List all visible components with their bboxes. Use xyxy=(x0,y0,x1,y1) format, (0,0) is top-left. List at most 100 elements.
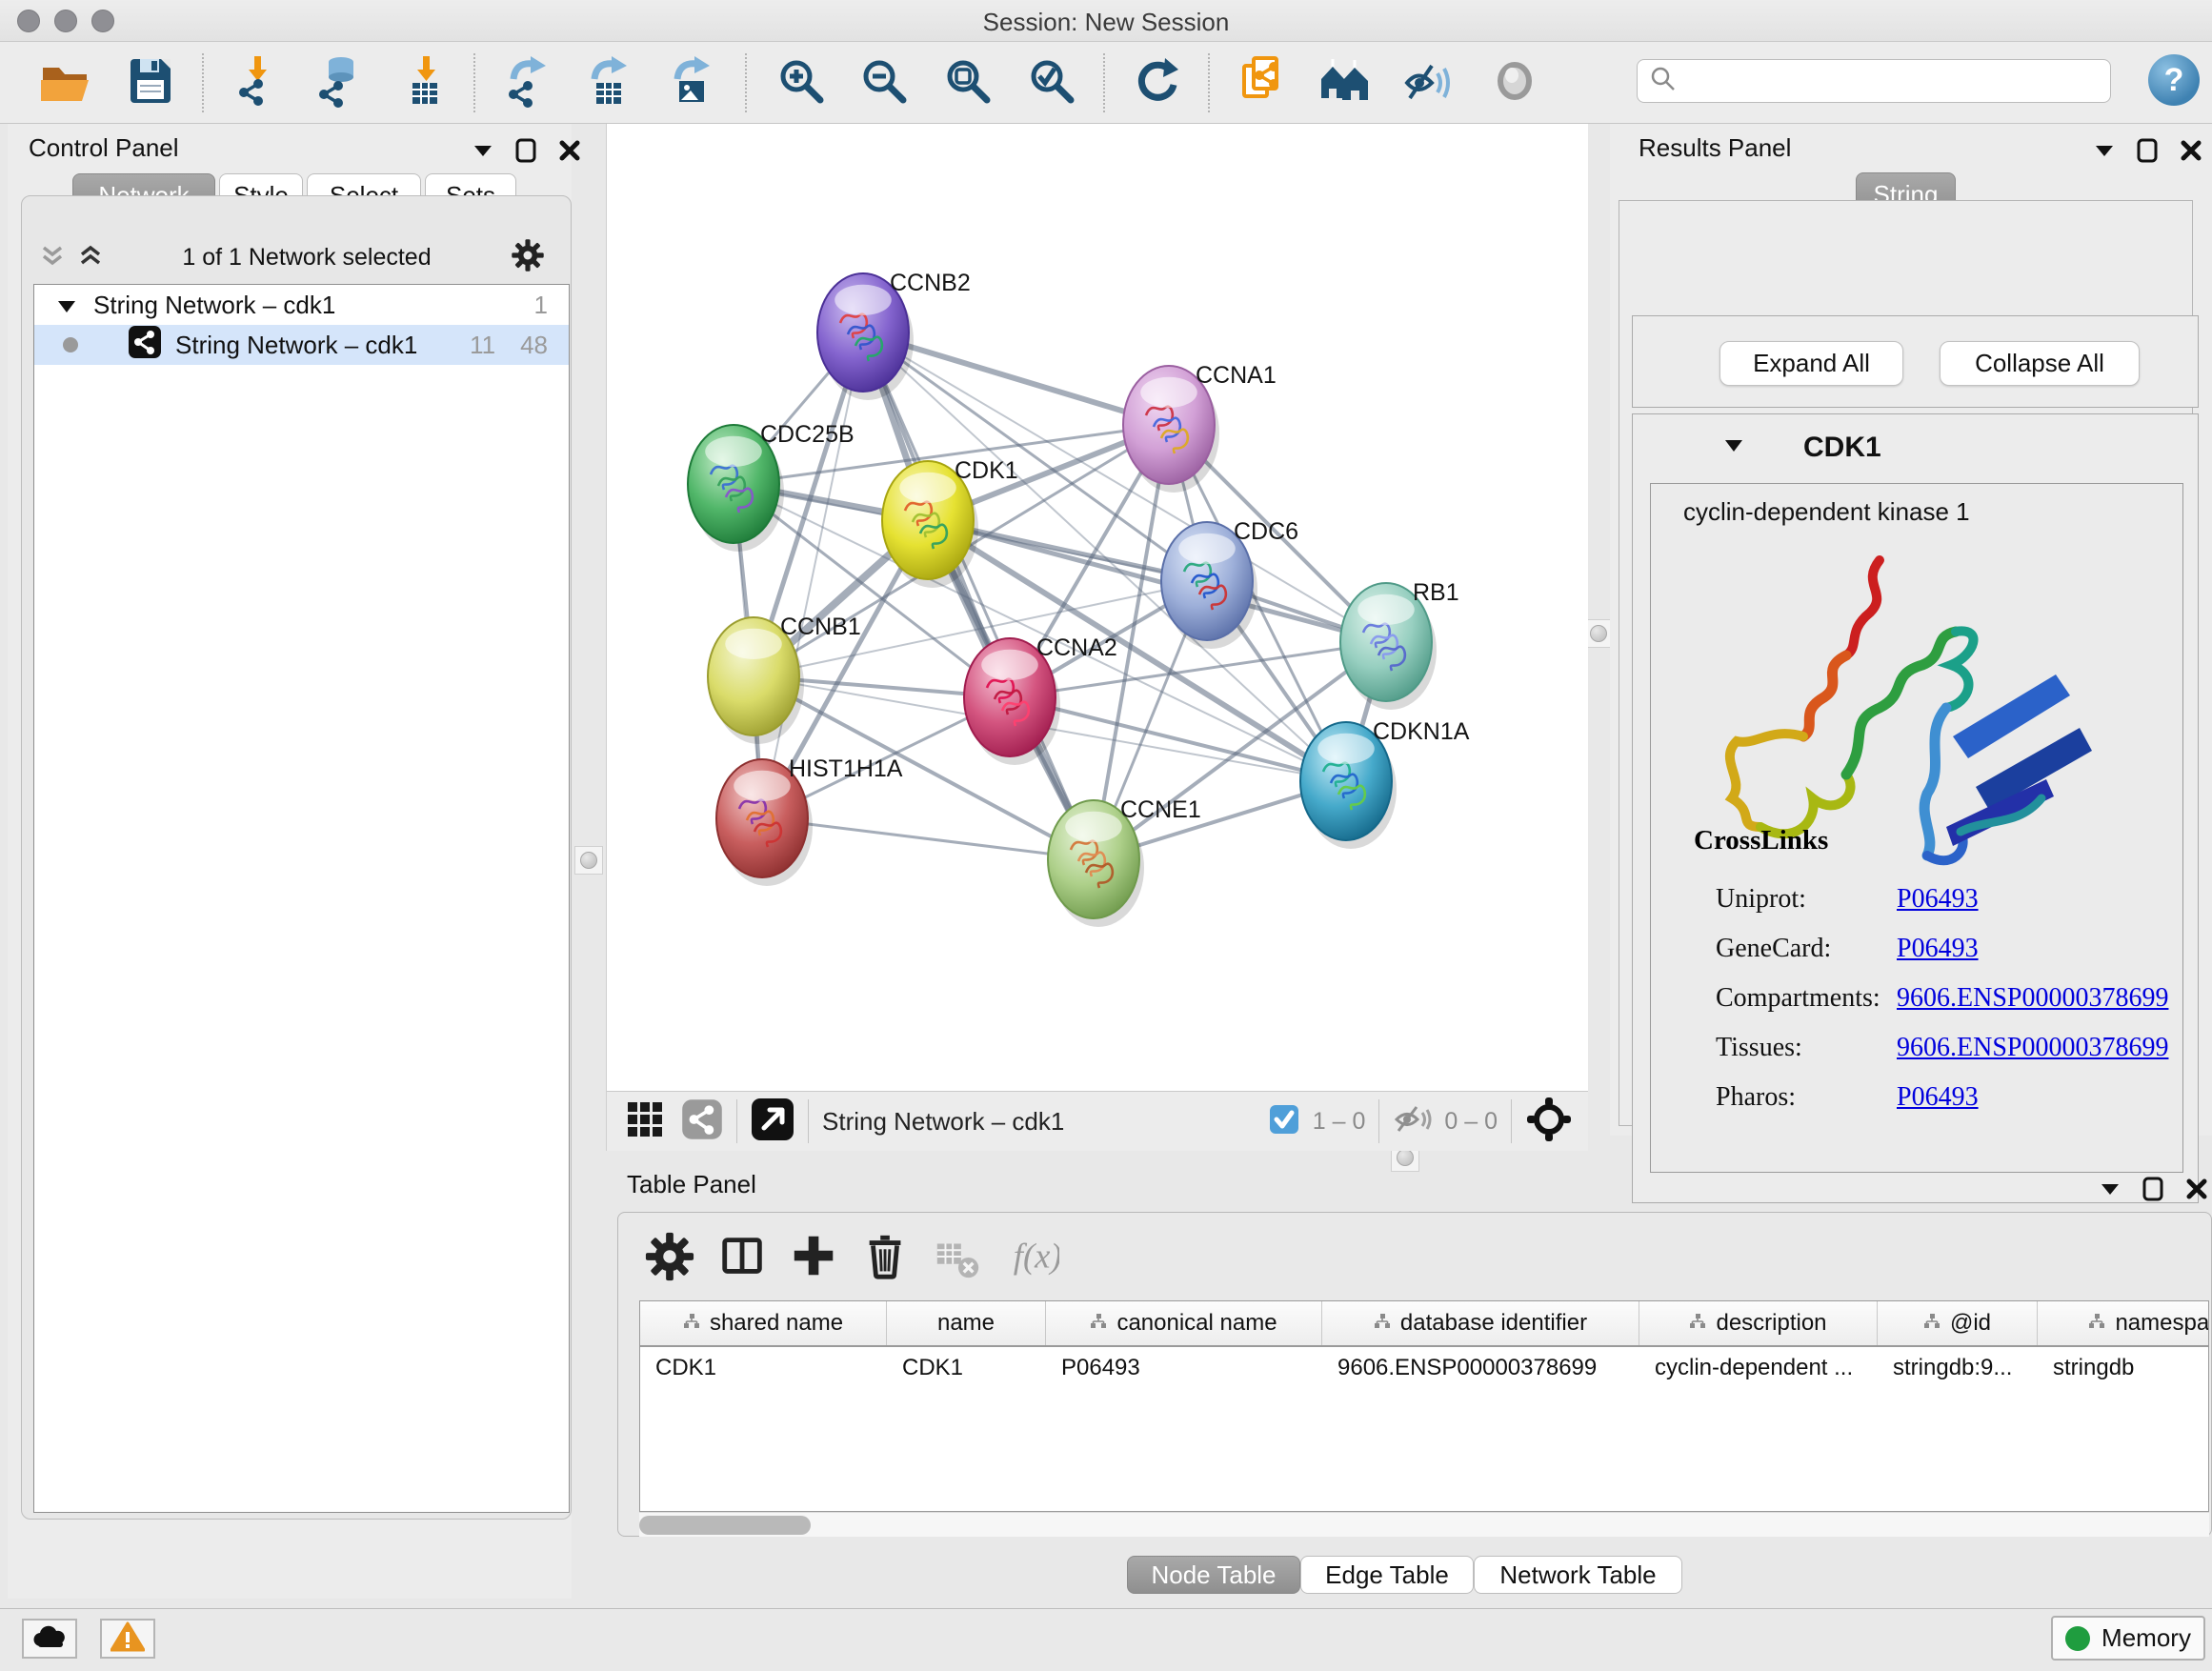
export-network-button[interactable] xyxy=(499,53,558,112)
crosslink-link[interactable]: P06493 xyxy=(1897,934,1979,983)
birdseye-view-button[interactable] xyxy=(1485,53,1544,112)
expand-all-button[interactable]: Expand All xyxy=(1719,341,1903,386)
node-table[interactable]: shared namenamecanonical name database id… xyxy=(639,1300,2209,1512)
tab-node-table[interactable]: Node Table xyxy=(1127,1556,1300,1594)
tab-edge-table[interactable]: Edge Table xyxy=(1300,1556,1474,1594)
column-header-name[interactable]: name xyxy=(887,1301,1046,1345)
show-graphics-details-icon xyxy=(1402,54,1456,112)
window-titlebar: Session: New Session xyxy=(0,0,2212,42)
birdseye-toggle-crosshair-icon[interactable] xyxy=(1525,1096,1573,1148)
panel-collapse-icon[interactable] xyxy=(2094,143,2115,163)
string-results-container: Expand All Collapse All CDK1 cyclin-depe… xyxy=(1619,200,2193,1126)
tab-network-table[interactable]: Network Table xyxy=(1474,1556,1682,1594)
add-column-button[interactable] xyxy=(788,1232,841,1285)
apply-preferred-layout-icon xyxy=(1129,54,1182,112)
network-graph[interactable]: CCNB2CCNA1CDC25BCDK1CDC6RB1CCNB1CCNA2CDK… xyxy=(607,124,1588,1091)
table-settings-button[interactable] xyxy=(643,1232,696,1285)
panel-collapse-icon[interactable] xyxy=(473,143,493,163)
panel-float-icon[interactable] xyxy=(514,137,537,169)
gene-description: cyclin-dependent kinase 1 xyxy=(1683,497,1970,527)
selected-checkbox-icon[interactable] xyxy=(1269,1104,1299,1139)
panel-float-icon[interactable] xyxy=(2142,1176,2164,1207)
import-table-from-file-button[interactable] xyxy=(396,53,455,112)
column-header-namespace[interactable]: namespace xyxy=(2038,1301,2209,1345)
zoom-out-button[interactable] xyxy=(855,53,914,112)
help-button[interactable]: ? xyxy=(2148,54,2200,106)
crosslink-link[interactable]: 9606.ENSP00000378699 xyxy=(1897,1033,2168,1082)
search-input[interactable] xyxy=(1678,68,2097,94)
zoom-in-button[interactable] xyxy=(772,53,831,112)
table-horizontal-scrollbar[interactable] xyxy=(639,1512,2209,1537)
node-label-CCNE1: CCNE1 xyxy=(1120,796,1201,823)
table-row[interactable]: CDK1CDK1P064939606.ENSP00000378699cyclin… xyxy=(640,1347,2208,1389)
export-image-button[interactable] xyxy=(663,53,722,112)
column-header-canonical-name[interactable]: canonical name xyxy=(1046,1301,1322,1345)
apply-preferred-layout-button[interactable] xyxy=(1126,53,1185,112)
collapse-all-networks-icon[interactable] xyxy=(40,242,65,273)
network-tree-root-row[interactable]: String Network – cdk1 1 xyxy=(34,285,569,325)
panel-close-icon[interactable] xyxy=(558,139,581,167)
network-tree-row[interactable]: String Network – cdk1 11 48 xyxy=(34,325,569,365)
delete-column-icon xyxy=(860,1231,912,1287)
panel-close-icon[interactable] xyxy=(2180,139,2202,167)
crosslink-row: Uniprot: P06493 xyxy=(1716,884,1979,934)
open-session-button[interactable] xyxy=(35,53,94,112)
cloud-status-button[interactable] xyxy=(22,1619,77,1659)
toolbar-separator xyxy=(202,53,204,112)
column-tree-icon xyxy=(1689,1310,1706,1337)
table-cell: P06493 xyxy=(1046,1347,1322,1389)
table-cell: 9606.ENSP00000378699 xyxy=(1322,1347,1639,1389)
import-network-from-database-button[interactable] xyxy=(310,53,369,112)
column-header--id[interactable]: @id xyxy=(1878,1301,2038,1345)
delete-table-button[interactable] xyxy=(931,1232,984,1285)
scrollbar-thumb[interactable] xyxy=(639,1516,811,1535)
show-graphics-details-button[interactable] xyxy=(1399,53,1458,112)
gene-expander-icon[interactable] xyxy=(1723,438,1744,458)
network-name: String Network – cdk1 xyxy=(175,331,417,360)
table-cell: cyclin-dependent ... xyxy=(1639,1347,1878,1389)
network-options-gear-icon[interactable] xyxy=(511,238,545,277)
warning-status-button[interactable] xyxy=(100,1619,155,1659)
collapse-all-button[interactable]: Collapse All xyxy=(1940,341,2140,386)
crosslink-link[interactable]: P06493 xyxy=(1897,884,1979,934)
node-label-CDC6: CDC6 xyxy=(1234,518,1298,545)
search-box[interactable] xyxy=(1637,59,2111,103)
open-in-new-window-icon[interactable] xyxy=(751,1097,794,1146)
expand-all-networks-icon[interactable] xyxy=(78,242,103,273)
crosslink-link[interactable]: 9606.ENSP00000378699 xyxy=(1897,983,2168,1033)
crosslink-link[interactable]: P06493 xyxy=(1897,1082,1979,1132)
show-columns-button[interactable] xyxy=(716,1232,770,1285)
column-header-shared-name[interactable]: shared name xyxy=(640,1301,887,1345)
delete-column-button[interactable] xyxy=(859,1232,913,1285)
string-home-button[interactable] xyxy=(1316,53,1375,112)
left-splitter-handle[interactable] xyxy=(574,846,603,875)
import-network-from-file-button[interactable] xyxy=(228,53,287,112)
tree-expander-icon[interactable] xyxy=(57,291,76,320)
export-table-button[interactable] xyxy=(580,53,639,112)
apply-function-button[interactable]: f(x) xyxy=(1007,1232,1060,1285)
column-header-database-identifier[interactable]: database identifier xyxy=(1322,1301,1639,1345)
panel-collapse-icon[interactable] xyxy=(2100,1181,2121,1201)
column-label: database identifier xyxy=(1400,1310,1587,1337)
memory-button[interactable]: Memory xyxy=(2051,1616,2205,1661)
gene-symbol: CDK1 xyxy=(1803,432,1881,464)
right-splitter-handle[interactable] xyxy=(1584,619,1613,648)
network-document-button[interactable] xyxy=(1232,53,1291,112)
results-panel-title: Results Panel xyxy=(1639,133,1791,162)
crosslink-label: GeneCard: xyxy=(1716,934,1897,983)
panel-float-icon[interactable] xyxy=(2136,137,2159,169)
save-session-button[interactable] xyxy=(121,53,180,112)
share-view-icon[interactable] xyxy=(681,1098,723,1145)
panel-close-icon[interactable] xyxy=(2185,1178,2208,1205)
export-network-icon xyxy=(502,54,555,112)
selected-node-edge-counts: 1 – 0 xyxy=(1313,1108,1366,1136)
zoom-selected-button[interactable] xyxy=(1022,53,1081,112)
memory-status-dot xyxy=(2065,1626,2090,1651)
zoom-fit-content-button[interactable] xyxy=(938,53,997,112)
network-canvas[interactable]: CCNB2CCNA1CDC25BCDK1CDC6RB1CCNB1CCNA2CDK… xyxy=(607,124,1588,1091)
column-label: namespace xyxy=(2115,1310,2209,1337)
grid-view-icon[interactable] xyxy=(626,1100,664,1143)
window-title: Session: New Session xyxy=(0,8,2212,37)
string-network-icon xyxy=(128,325,162,366)
column-header-description[interactable]: description xyxy=(1639,1301,1878,1345)
